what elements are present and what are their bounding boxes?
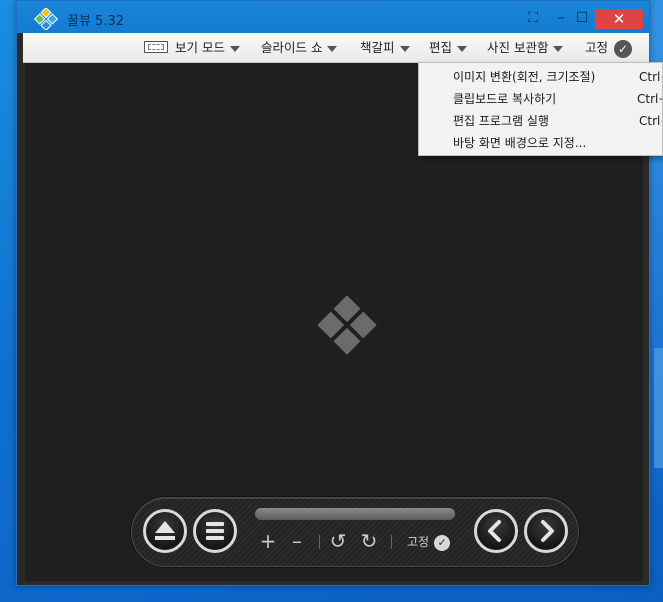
menu-list-button[interactable] bbox=[193, 509, 237, 553]
menu-slideshow-label: 슬라이드 쇼 bbox=[261, 40, 323, 55]
separator bbox=[391, 535, 392, 549]
honeyview-logo-icon bbox=[33, 8, 59, 30]
separator bbox=[319, 535, 320, 549]
chevron-down-icon bbox=[457, 45, 468, 52]
pin-toggle[interactable]: 고정 ✓ bbox=[407, 532, 451, 552]
zoom-in-button[interactable]: + bbox=[258, 530, 278, 552]
minimize-button[interactable]: – bbox=[551, 7, 571, 29]
menu-item-run-editor[interactable]: 편집 프로그램 실행 Ctrl+ bbox=[453, 110, 662, 132]
chevron-down-icon bbox=[553, 45, 564, 52]
list-icon bbox=[206, 522, 224, 540]
honeyview-placeholder-icon bbox=[317, 295, 377, 355]
chevron-down-icon bbox=[229, 45, 240, 52]
rotate-right-button[interactable]: ↻ bbox=[359, 530, 379, 552]
fullscreen-button[interactable]: ⛶ bbox=[523, 7, 543, 29]
menu-item-shortcut: Ctrl+ bbox=[639, 70, 662, 84]
menu-item-label: 클립보드로 복사하기 bbox=[453, 92, 557, 106]
rotate-left-button[interactable]: ↺ bbox=[328, 530, 348, 552]
menu-bookmark-label: 책갈피 bbox=[360, 40, 395, 55]
menu-item-set-wallpaper[interactable]: 바탕 화면 배경으로 지정... bbox=[453, 132, 662, 154]
view-mode-icon bbox=[144, 41, 168, 53]
menu-slideshow[interactable]: 슬라이드 쇼 bbox=[261, 33, 338, 62]
desktop-window-edge bbox=[654, 348, 663, 468]
chevron-down-icon bbox=[399, 45, 410, 52]
menu-photo-storage[interactable]: 사진 보관함 bbox=[487, 33, 564, 62]
menu-item-label: 바탕 화면 배경으로 지정... bbox=[453, 136, 587, 150]
progress-slider[interactable] bbox=[255, 508, 455, 520]
menu-bookmark[interactable]: 책갈피 bbox=[360, 33, 410, 62]
previous-image-button[interactable] bbox=[474, 509, 518, 553]
menu-bar: 보기 모드 슬라이드 쇼 책갈피 편집 사진 보관함 고정 ✓ bbox=[23, 33, 649, 63]
zoom-out-button[interactable]: – bbox=[287, 530, 307, 552]
menu-item-shortcut: Ctrl+ bbox=[637, 92, 662, 106]
control-bar: + – ↺ ↻ 고정 ✓ bbox=[131, 497, 579, 567]
chevron-down-icon bbox=[327, 45, 338, 52]
title-bar[interactable]: 꿀뷰 5.32 ⛶ – ☐ ✕ bbox=[17, 1, 649, 33]
window-title: 꿀뷰 5.32 bbox=[67, 14, 124, 29]
menu-item-shortcut: Ctrl+ bbox=[639, 114, 662, 128]
edit-dropdown-menu: 이미지 변환(회전, 크기조절) Ctrl+ 클립보드로 복사하기 Ctrl+ … bbox=[418, 62, 663, 156]
menu-pin[interactable]: 고정 ✓ bbox=[585, 33, 633, 62]
menu-edit-label: 편집 bbox=[429, 40, 453, 55]
chevron-right-icon bbox=[541, 520, 554, 542]
check-icon: ✓ bbox=[434, 534, 451, 551]
pin-label: 고정 bbox=[407, 535, 430, 549]
menu-edit[interactable]: 편집 bbox=[429, 33, 468, 62]
menu-item-image-transform[interactable]: 이미지 변환(회전, 크기조절) Ctrl+ bbox=[453, 66, 662, 88]
menu-pin-label: 고정 bbox=[585, 40, 609, 55]
next-image-button[interactable] bbox=[524, 509, 568, 553]
chevron-left-icon bbox=[488, 520, 501, 542]
menu-item-label: 이미지 변환(회전, 크기조절) bbox=[453, 70, 596, 84]
maximize-button[interactable]: ☐ bbox=[571, 7, 593, 29]
check-icon: ✓ bbox=[614, 39, 633, 58]
menu-item-copy-clipboard[interactable]: 클립보드로 복사하기 Ctrl+ bbox=[453, 88, 662, 110]
menu-photo-storage-label: 사진 보관함 bbox=[487, 40, 549, 55]
eject-icon bbox=[155, 521, 175, 540]
close-button[interactable]: ✕ bbox=[595, 9, 643, 29]
open-file-button[interactable] bbox=[143, 509, 187, 553]
menu-view-mode-label: 보기 모드 bbox=[175, 40, 225, 55]
menu-view-mode[interactable]: 보기 모드 bbox=[144, 33, 240, 62]
menu-item-label: 편집 프로그램 실행 bbox=[453, 114, 549, 128]
